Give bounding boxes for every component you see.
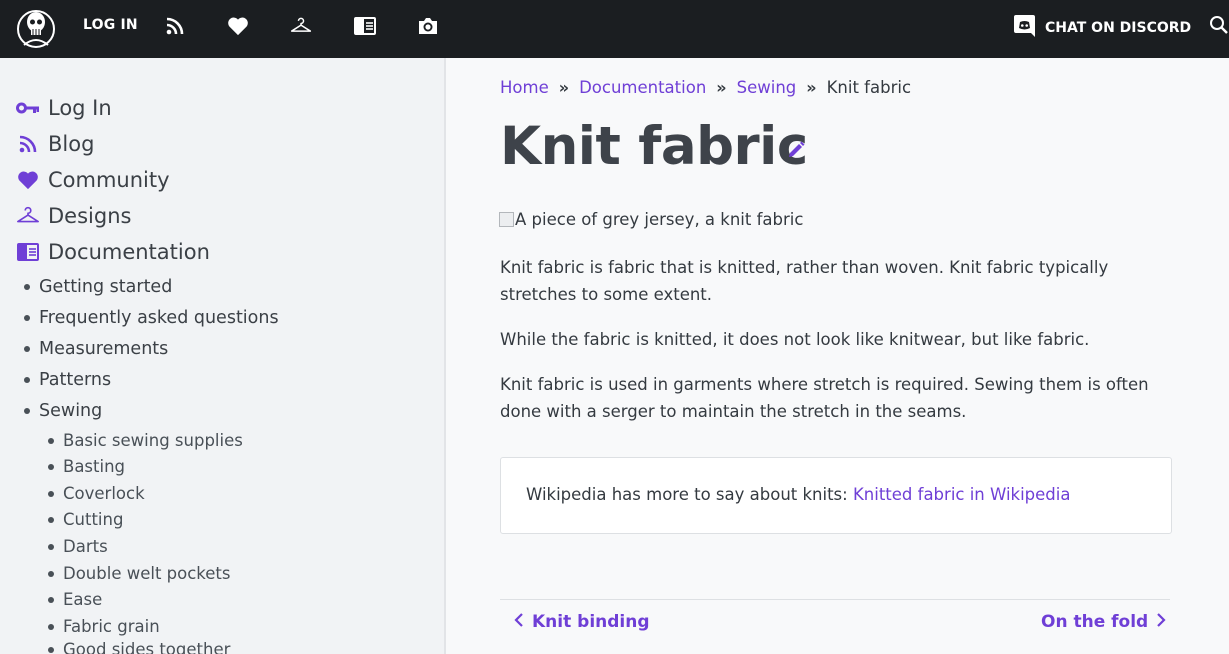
discord-icon — [1013, 14, 1036, 42]
divider — [500, 599, 1170, 600]
sidebar-subitem[interactable]: Ease — [48, 590, 102, 609]
bullet — [48, 543, 54, 550]
sidebar-item-faq[interactable]: Frequently asked questions — [24, 308, 279, 328]
heart-icon — [16, 168, 40, 192]
sidebar-item-label: Measurements — [39, 339, 169, 359]
bullet — [24, 408, 30, 414]
sidebar-subitem[interactable]: Good sides together — [48, 640, 230, 654]
image-alt-text: A piece of grey jersey, a knit fabric — [515, 210, 804, 229]
sidebar-subitem[interactable]: Fabric grain — [48, 617, 160, 636]
sidebar-subitem-label: Darts — [63, 537, 108, 556]
chat-on-discord-link[interactable]: CHAT ON DISCORD — [1013, 14, 1191, 42]
camera-icon[interactable] — [417, 15, 439, 37]
broken-image-icon — [499, 212, 514, 227]
rss-icon — [16, 132, 40, 156]
chevron-left-icon — [514, 612, 524, 632]
breadcrumb-separator: » — [558, 78, 570, 97]
sidebar-subitem[interactable]: Coverlock — [48, 484, 145, 503]
breadcrumb-sewing[interactable]: Sewing — [737, 78, 797, 97]
bullet — [48, 570, 54, 577]
breadcrumb-documentation[interactable]: Documentation — [579, 78, 706, 97]
paragraph: While the fabric is knitted, it does not… — [500, 330, 1090, 349]
nav-login-link[interactable]: LOG IN — [83, 17, 138, 33]
sidebar-subitem[interactable]: Basic sewing supplies — [48, 431, 243, 450]
sidebar-item-designs[interactable]: Designs — [16, 204, 131, 228]
sidebar-subitem-label: Basic sewing supplies — [63, 431, 243, 450]
sidebar-subitem[interactable]: Darts — [48, 537, 108, 556]
sidebar-item-label: Blog — [48, 132, 95, 156]
sidebar-subitem-label: Basting — [63, 457, 126, 476]
heart-icon[interactable] — [227, 15, 249, 37]
freesewing-logo-icon[interactable] — [16, 5, 56, 49]
bullet — [48, 490, 54, 497]
sidebar-subitem-label: Ease — [63, 590, 103, 609]
chevron-right-icon — [1156, 612, 1166, 632]
bullet — [24, 315, 30, 321]
breadcrumb-home[interactable]: Home — [500, 78, 549, 97]
bullet — [24, 284, 30, 290]
sidebar-item-community[interactable]: Community — [16, 168, 170, 192]
paragraph: Knit fabric is fabric that is knitted, r… — [500, 258, 1109, 304]
previous-page-label: Knit binding — [532, 612, 650, 632]
sidebar-item-getting-started[interactable]: Getting started — [24, 277, 172, 297]
rss-icon[interactable] — [164, 15, 186, 37]
next-page-label: On the fold — [1041, 612, 1149, 632]
sidebar-subitem[interactable]: Double welt pockets — [48, 564, 230, 583]
sidebar-item-login[interactable]: Log In — [16, 96, 112, 120]
sidebar-item-blog[interactable]: Blog — [16, 132, 94, 156]
breadcrumb-current: Knit fabric — [826, 78, 912, 97]
breadcrumb-separator: » — [716, 78, 727, 97]
fabric-image: A piece of grey jersey, a knit fabric — [499, 210, 803, 229]
next-page-link[interactable]: On the fold — [1041, 612, 1166, 632]
sidebar-item-label: Frequently asked questions — [39, 308, 279, 328]
breadcrumb: Home » Documentation » Sewing » Knit fab… — [500, 78, 911, 97]
sidebar-item-label: Log In — [48, 96, 112, 120]
sidebar-item-documentation[interactable]: Documentation — [16, 240, 210, 264]
sidebar-item-sewing[interactable]: Sewing — [24, 401, 102, 421]
hanger-icon[interactable] — [290, 15, 312, 37]
previous-page-link[interactable]: Knit binding — [514, 612, 650, 632]
page-title: Knit fabric — [500, 116, 808, 177]
wikipedia-link[interactable]: Knitted fabric in Wikipedia — [853, 485, 1071, 504]
sidebar-item-label: Community — [48, 168, 170, 192]
key-icon — [16, 96, 40, 120]
wikipedia-note-label: Wikipedia has more to say about knits: — [526, 485, 853, 504]
sidebar-item-label: Documentation — [48, 240, 210, 264]
hanger-icon — [16, 204, 40, 228]
sidebar-subitem-label: Double welt pockets — [63, 564, 231, 583]
sidebar-item-label: Getting started — [39, 277, 173, 297]
sidebar-subitem-label: Good sides together — [63, 640, 231, 654]
wikipedia-note: Wikipedia has more to say about knits: K… — [500, 457, 1172, 534]
breadcrumb-separator: » — [806, 78, 817, 97]
top-navbar: LOG IN CHAT ON DISCORD — [0, 0, 1229, 58]
bullet — [24, 377, 30, 383]
pencil-icon[interactable] — [786, 140, 806, 160]
sidebar-item-label: Patterns — [39, 370, 112, 390]
documentation-icon[interactable] — [354, 15, 376, 37]
sidebar-subitem-label: Fabric grain — [63, 617, 160, 636]
bullet — [48, 437, 54, 444]
discord-label: CHAT ON DISCORD — [1045, 20, 1192, 36]
paragraph: Knit fabric is used in garments where st… — [500, 375, 1149, 421]
sidebar-item-label: Sewing — [39, 401, 103, 421]
sidebar-subitem[interactable]: Basting — [48, 457, 125, 476]
sidebar-item-measurements[interactable]: Measurements — [24, 339, 168, 359]
sidebar-subitem-label: Cutting — [63, 510, 124, 529]
sidebar-subitem[interactable]: Cutting — [48, 510, 123, 529]
bullet — [48, 646, 54, 653]
sidebar-item-label: Designs — [48, 204, 132, 228]
bullet — [48, 516, 54, 523]
bullet — [24, 346, 30, 352]
documentation-icon — [16, 240, 40, 264]
sidebar: Log In Blog Community Designs Documentat… — [0, 58, 446, 654]
bullet — [48, 463, 54, 470]
search-icon[interactable] — [1209, 15, 1229, 37]
bullet — [48, 623, 54, 630]
sidebar-item-patterns[interactable]: Patterns — [24, 370, 111, 390]
bullet — [48, 596, 54, 603]
wikipedia-note-text: Wikipedia has more to say about knits: K… — [526, 485, 1070, 504]
main-content: Home » Documentation » Sewing » Knit fab… — [448, 58, 1229, 654]
sidebar-subitem-label: Coverlock — [63, 484, 145, 503]
